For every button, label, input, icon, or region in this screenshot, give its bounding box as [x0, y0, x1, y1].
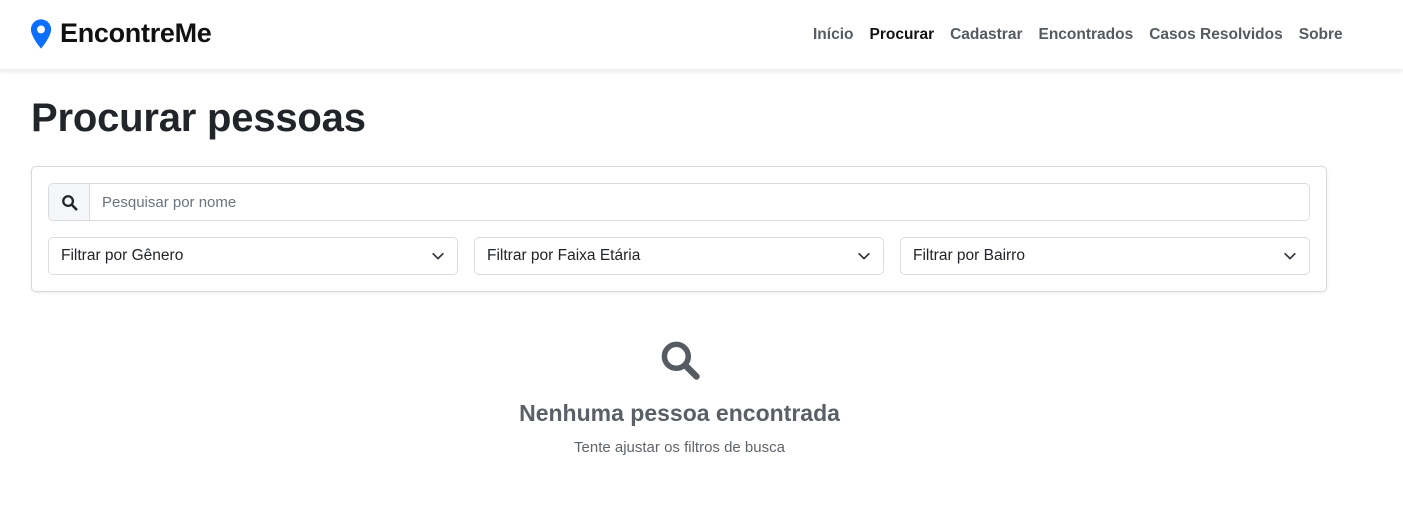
age-range-filter-select[interactable]: Filtrar por Faixa Etária: [474, 237, 884, 275]
brand-name: EncontreMe: [60, 18, 212, 48]
nav-item-casos-resolvidos[interactable]: Casos Resolvidos: [1149, 26, 1283, 44]
filter-card: Filtrar por Gênero Filtrar por Faixa Etá…: [31, 166, 1327, 292]
nav-links: Início Procurar Cadastrar Encontrados Ca…: [813, 26, 1343, 44]
map-pin-icon: [30, 18, 52, 49]
empty-state: Nenhuma pessoa encontrada Tente ajustar …: [0, 338, 1359, 456]
search-input[interactable]: [90, 184, 1309, 220]
gender-filter-label: Filtrar por Gênero: [61, 247, 184, 264]
brand-link[interactable]: EncontreMe: [30, 18, 212, 49]
nav-item-cadastrar[interactable]: Cadastrar: [950, 26, 1022, 44]
chevron-down-icon: [432, 252, 444, 260]
search-icon: [49, 184, 90, 220]
age-range-filter-label: Filtrar por Faixa Etária: [487, 247, 641, 264]
empty-state-title: Nenhuma pessoa encontrada: [519, 400, 840, 426]
search-group: [48, 183, 1310, 221]
neighborhood-filter-label: Filtrar por Bairro: [913, 247, 1025, 264]
page-title: Procurar pessoas: [31, 96, 366, 140]
gender-filter-select[interactable]: Filtrar por Gênero: [48, 237, 458, 275]
nav-item-encontrados[interactable]: Encontrados: [1038, 26, 1133, 44]
neighborhood-filter-select[interactable]: Filtrar por Bairro: [900, 237, 1310, 275]
nav-item-procurar[interactable]: Procurar: [869, 26, 934, 44]
chevron-down-icon: [1284, 252, 1296, 260]
navbar: EncontreMe Início Procurar Cadastrar Enc…: [0, 0, 1403, 70]
search-icon: [661, 341, 700, 380]
nav-item-inicio[interactable]: Início: [813, 26, 853, 44]
nav-item-sobre[interactable]: Sobre: [1299, 26, 1343, 44]
empty-state-subtitle: Tente ajustar os filtros de busca: [574, 439, 785, 456]
chevron-down-icon: [858, 252, 870, 260]
